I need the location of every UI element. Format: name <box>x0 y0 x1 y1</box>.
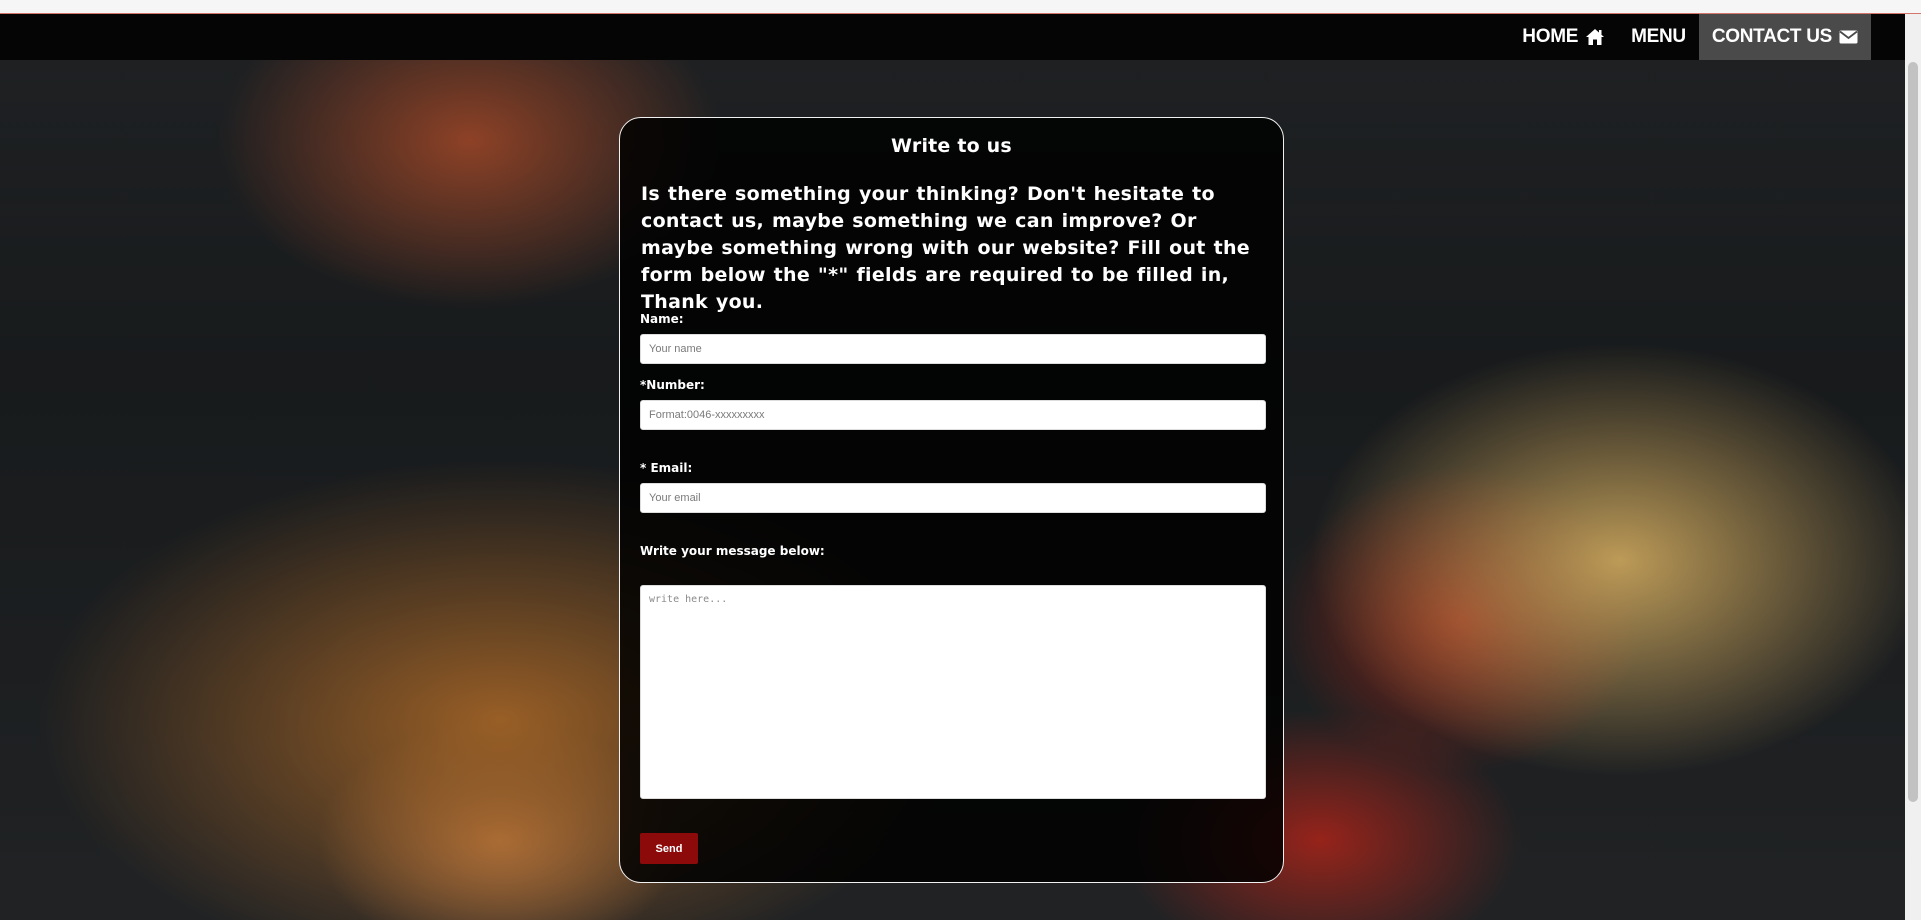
number-input[interactable] <box>640 400 1266 430</box>
message-label: Write your message below: <box>640 544 825 558</box>
contact-title: Write to us <box>891 135 1012 157</box>
email-label: * Email: <box>640 461 693 475</box>
email-input[interactable] <box>640 483 1266 513</box>
page-scrollbar[interactable] <box>1905 14 1921 920</box>
scrollbar-thumb[interactable] <box>1908 62 1918 802</box>
navbar: HOME MENU CONTACT US <box>0 14 1905 60</box>
name-label: Name: <box>640 312 684 326</box>
nav-home-label: HOME <box>1522 26 1579 47</box>
name-input[interactable] <box>640 334 1266 364</box>
nav-menu-label: MENU <box>1631 26 1686 47</box>
nav-contact-label: CONTACT US <box>1711 26 1832 47</box>
contact-page: HOME MENU CONTACT US Write to us Is ther… <box>0 0 1921 920</box>
top-accent-bar <box>0 0 1921 14</box>
home-icon <box>1585 28 1605 46</box>
nav-contact-link[interactable]: CONTACT US <box>1698 14 1871 60</box>
nav-home-link[interactable]: HOME <box>1509 14 1618 60</box>
nav-items: HOME MENU CONTACT US <box>1509 14 1871 60</box>
contact-intro-text: Is there something your thinking? Don't … <box>641 183 1250 313</box>
message-textarea[interactable] <box>640 585 1266 799</box>
envelope-icon <box>1839 30 1858 44</box>
nav-menu-link[interactable]: MENU <box>1618 14 1699 60</box>
contact-form-card: Write to us Is there something your thin… <box>619 117 1284 883</box>
number-label: *Number: <box>640 378 705 392</box>
send-button[interactable]: Send <box>640 833 698 864</box>
